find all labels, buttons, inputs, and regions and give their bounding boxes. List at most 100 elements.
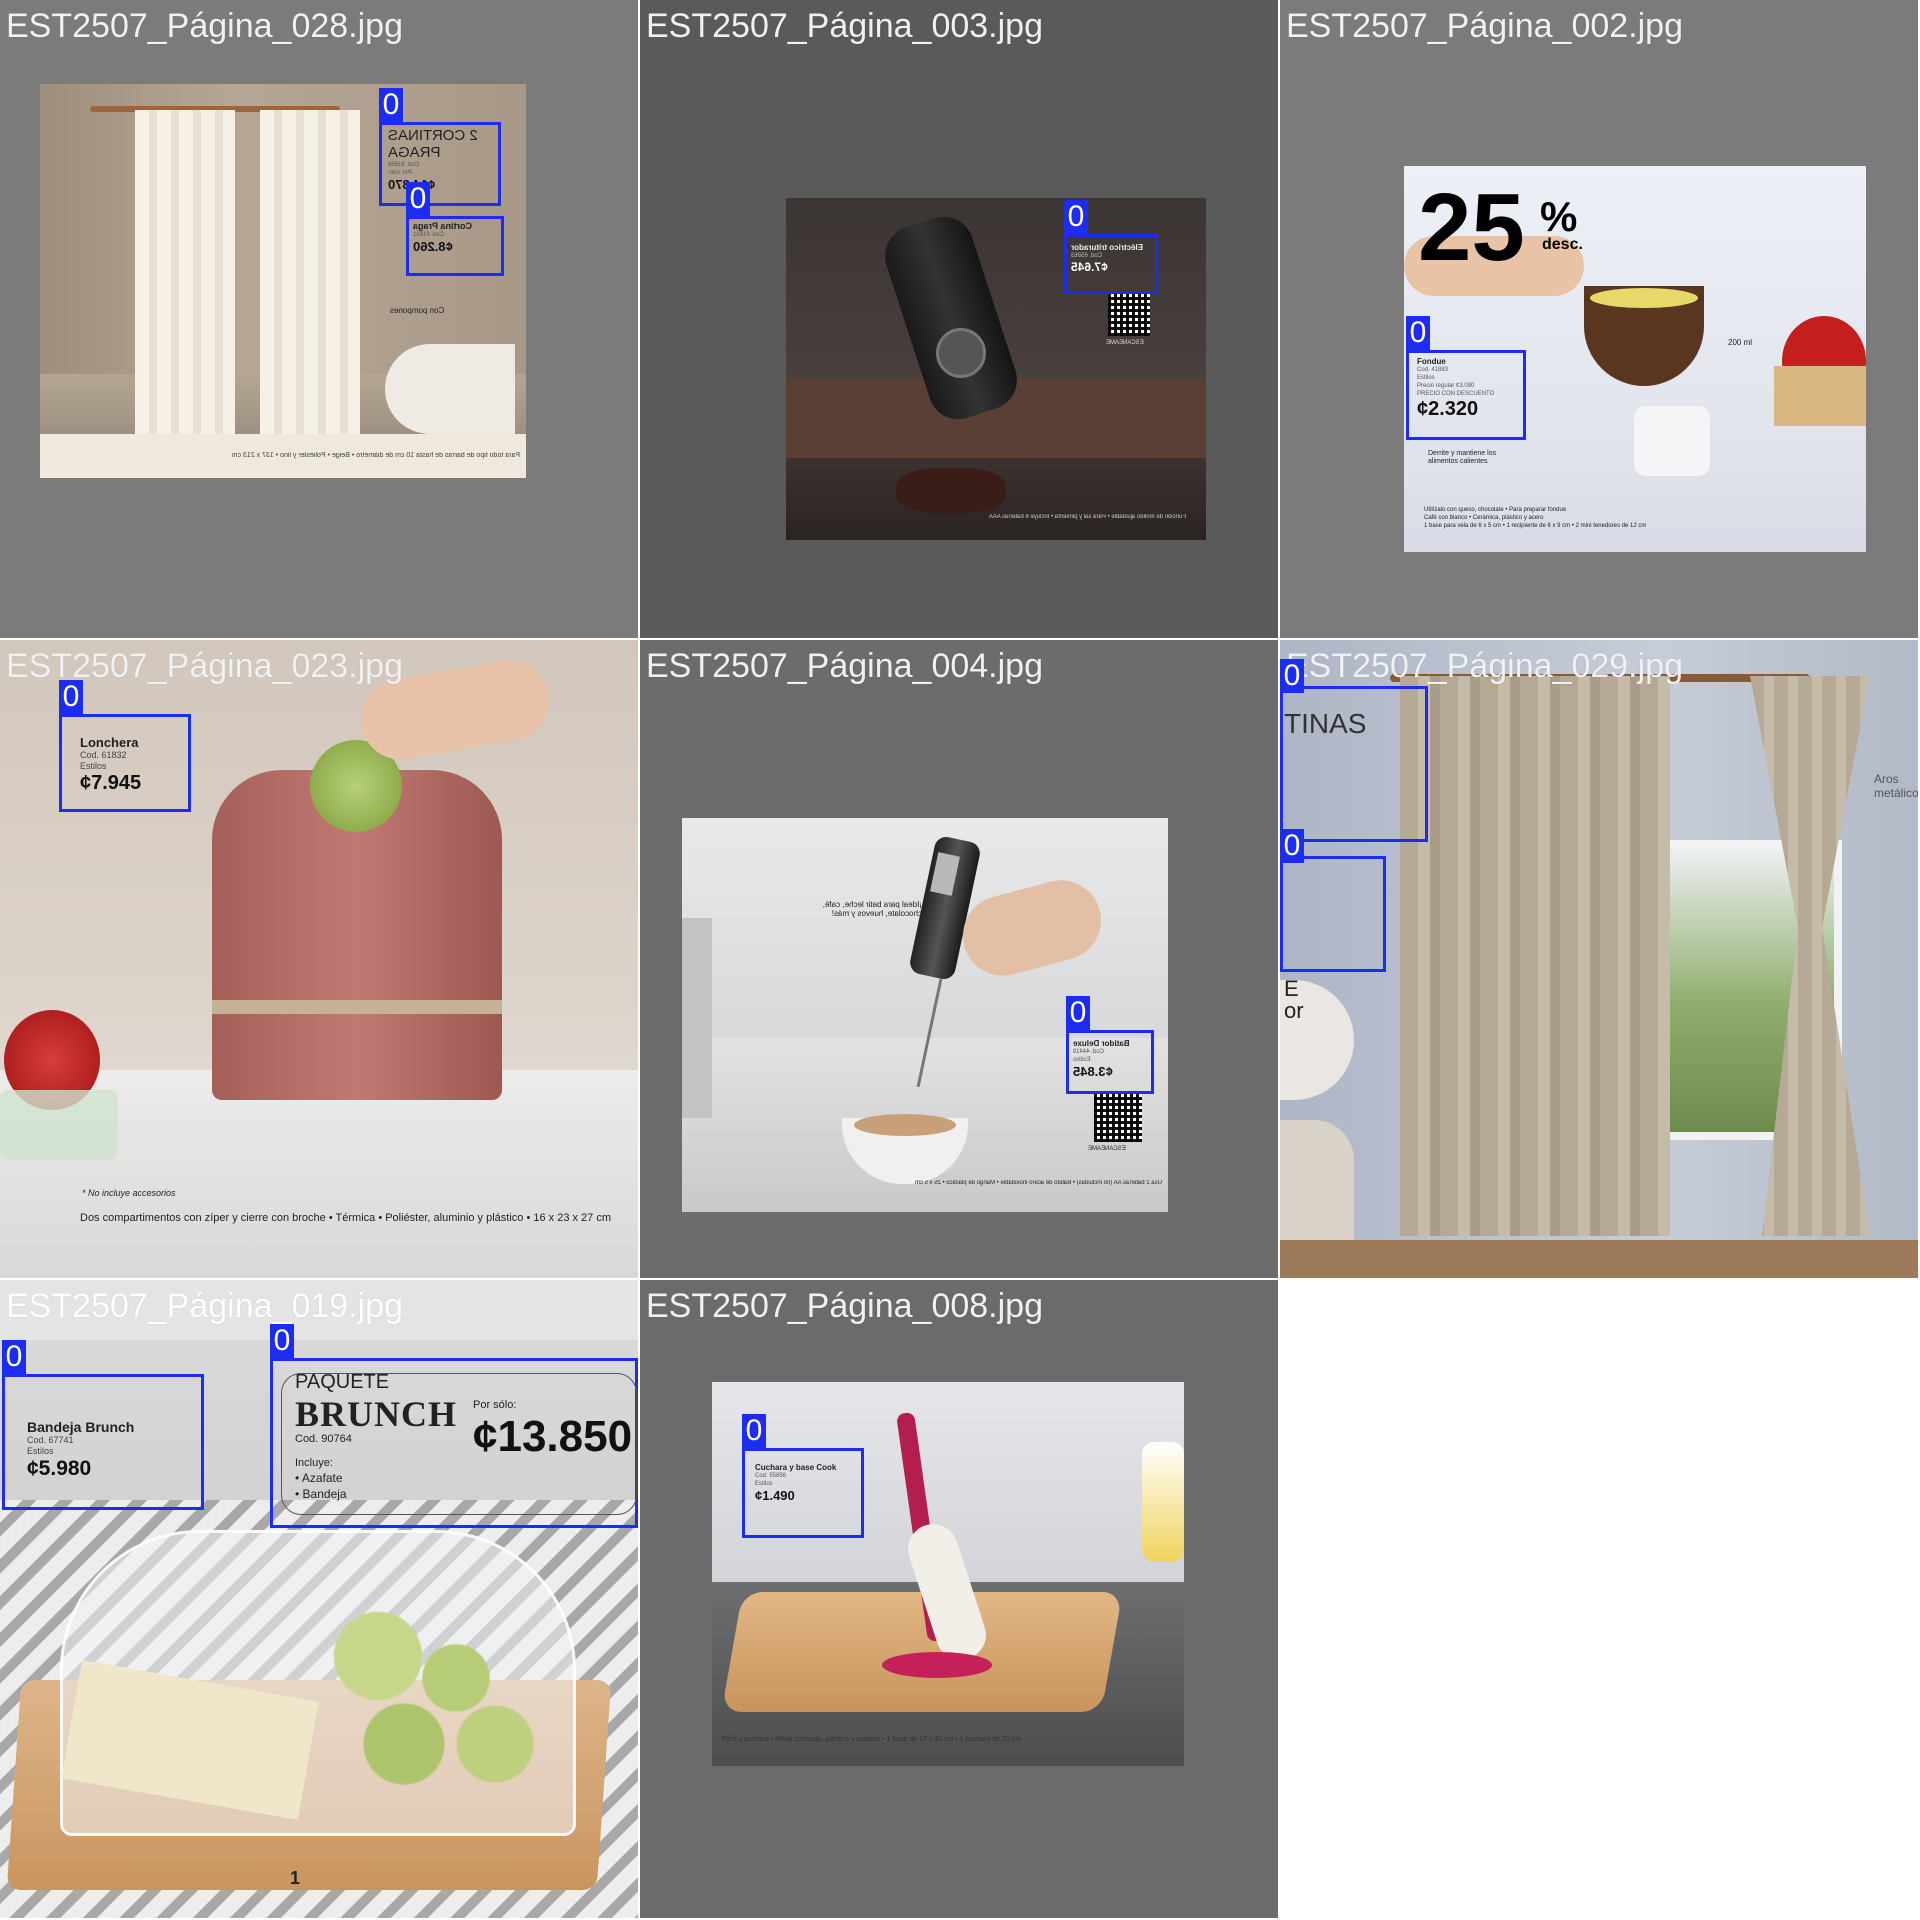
product-code: Cod. 44419	[1073, 1049, 1105, 1055]
footer-text: Dos compartimentos con zíper y cierre co…	[80, 1212, 612, 1224]
discount-desc: desc.	[1542, 236, 1583, 253]
promo-label: PRECIO CON DESCUENTO	[1417, 391, 1495, 397]
product-note: Derrite y mantiene los alimentos calient…	[1428, 450, 1497, 465]
pack-code: Cod. 90764	[295, 1433, 352, 1445]
badge-text: Con pompones	[390, 306, 445, 315]
box-label: 0	[1280, 829, 1304, 863]
footer-line: Utilízalo con queso, chocolate • Para pr…	[1424, 507, 1567, 513]
tile-pagina-023[interactable]: * No incluye accesorios Dos compartiment…	[0, 640, 638, 1278]
box-label: 0	[59, 680, 83, 714]
discount-percent: %	[1540, 193, 1578, 240]
include-item: Azafate	[301, 1471, 343, 1485]
tile-filename: EST2507_Página_028.jpg	[6, 7, 403, 45]
product-name: Cuchara y base Cook	[755, 1463, 837, 1472]
product-code: Cod. 55856	[755, 1473, 787, 1479]
product-style: Estilos	[1073, 1057, 1091, 1063]
product-title: 2 CORTINAS PRAGA	[388, 127, 478, 161]
catalog-photo: ESCANÉAME ¡Ideal para batir leche, café,…	[682, 818, 1168, 1212]
footer-line: 1 base para vela de 6 x 5 cm • 1 recipie…	[1424, 523, 1647, 529]
pack-price-label: Por sólo:	[473, 1399, 517, 1411]
capacity-label: 200 ml	[1728, 338, 1753, 347]
product-name: Eléctrico triturador	[1071, 243, 1144, 252]
pack-title: BRUNCH	[295, 1394, 458, 1434]
qr-code-icon	[1094, 1094, 1142, 1142]
box-label: 0	[379, 88, 403, 122]
product-price: ¢7.945	[80, 772, 142, 794]
note-text: * No incluye accesorios	[82, 1188, 176, 1198]
box-label: 0	[1406, 316, 1430, 350]
box-label: 0	[742, 1414, 766, 1448]
tile-filename: EST2507_Página_008.jpg	[646, 1287, 1043, 1325]
page-number: 1	[290, 1868, 301, 1888]
item-code: Cod. 61621	[413, 232, 445, 238]
product-price: ¢3.845	[1073, 1064, 1113, 1079]
footer-text: Fácil y práctico • Metal cromado, plásti…	[722, 1736, 1022, 1743]
tile-filename: EST2507_Página_004.jpg	[646, 647, 1043, 685]
tile-filename: EST2507_Página_002.jpg	[1286, 7, 1683, 45]
box-label: 0	[1280, 659, 1304, 693]
pack-price: ¢13.850	[473, 1412, 633, 1461]
regular-price: Precio regular ¢3.090	[1417, 383, 1475, 389]
product-code: Cod. 65863	[1071, 253, 1103, 259]
side-text: Aros metálicos	[1874, 772, 1918, 800]
detection-box: 0 Batidor Deluxe Cod. 44419 Estilos ¢3.8…	[1066, 996, 1154, 1094]
detection-box: 0 Bandeja Brunch Cod. 67741 Estilos ¢5.9…	[2, 1340, 204, 1510]
discount-number: 25	[1418, 174, 1525, 281]
grid-divider	[0, 1278, 1920, 1280]
footer-text: Función de molido ajustable • Para sal y…	[988, 514, 1186, 520]
tile-pagina-004[interactable]: EST2507_Página_004.jpg ESCANÉAME ¡Ideal …	[640, 640, 1278, 1278]
empty-tile	[1280, 1280, 1918, 1918]
grid-divider	[0, 638, 1920, 640]
product-code: Cod. 41883	[1417, 367, 1449, 373]
tile-pagina-019[interactable]: 1 EST2507_Página_019.jpg 0 Bandeja Brunc…	[0, 1280, 638, 1918]
detection-box: 0	[1280, 659, 1428, 842]
product-code: Cod. 91856	[388, 162, 420, 168]
product-price: ¢14.870	[388, 177, 492, 192]
price-label: Por sólo:	[388, 170, 412, 176]
product-price: ¢1.490	[755, 1488, 795, 1503]
title-fragment: E	[1284, 976, 1299, 1001]
title-fragment: or	[1284, 998, 1304, 1023]
detection-box: 0 Cortina Praga Cod. 61621 ¢8.260	[406, 182, 504, 276]
tile-pagina-002[interactable]: EST2507_Página_002.jpg 25 % desc. 200 ml…	[1280, 0, 1918, 638]
tile-pagina-028[interactable]: EST2507_Página_028.jpg Para todo tipo de…	[0, 0, 638, 638]
detection-box: 0 Fondue Cod. 41883 Estilos Precio regul…	[1406, 316, 1526, 440]
product-style: Estilos	[80, 761, 107, 771]
include-item: Bandeja	[302, 1487, 347, 1501]
scan-label: ESCANÉAME	[1088, 1146, 1126, 1152]
tile-filename: EST2507_Página_019.jpg	[6, 1287, 403, 1325]
box-label: 0	[1066, 996, 1090, 1030]
footer-text: Para todo tipo de barras de hasta 10 cm …	[231, 452, 520, 459]
product-code: Cod. 61832	[80, 750, 127, 760]
box-label: 0	[270, 1324, 294, 1358]
tile-filename: EST2507_Página_003.jpg	[646, 7, 1043, 45]
detection-box: 0 Lonchera Cod. 61832 Estilos ¢7.945	[59, 680, 191, 812]
pack-label: PAQUETE	[295, 1371, 390, 1393]
mosaic-grid: EST2507_Página_028.jpg Para todo tipo de…	[0, 0, 1920, 1920]
side-text: ¡Ideal para batir leche, café, chocolate…	[822, 900, 922, 918]
item-price: ¢8.260	[413, 239, 453, 254]
footer-text: Usa 2 baterías AA (no incluidas) • Batid…	[914, 1180, 1162, 1186]
item-name: Cortina Praga	[413, 221, 473, 231]
product-style: Estilos	[1417, 375, 1435, 381]
scan-label: ESCANÉAME	[1106, 340, 1144, 346]
box-label: 0	[406, 182, 430, 216]
tile-filename: EST2507_Página_029.jpg	[1286, 647, 1683, 685]
product-name: Fondue	[1417, 357, 1446, 366]
detection-box: 0 2 CORTINAS PRAGA Cod. 91856 Por sólo: …	[379, 88, 501, 206]
box-label: 0	[1064, 200, 1088, 234]
product-price: ¢5.980	[27, 1457, 92, 1480]
tile-pagina-029[interactable]: TINAS E or Aros metálicos EST2507_Página…	[1280, 640, 1918, 1278]
qr-code-icon	[1108, 294, 1150, 336]
detection-box: 0	[1280, 829, 1386, 972]
product-style: Estilos	[755, 1481, 773, 1487]
grid-divider	[638, 0, 640, 1920]
product-style: Estilos	[27, 1446, 54, 1456]
tile-pagina-008[interactable]: EST2507_Página_008.jpg Fácil y práctico …	[640, 1280, 1278, 1918]
detection-box: 0 PAQUETE BRUNCH Cod. 90764 Por sólo: ¢1…	[270, 1324, 638, 1528]
product-name: Bandeja Brunch	[27, 1419, 135, 1435]
includes-label: Incluye:	[295, 1457, 333, 1469]
box-label: 0	[2, 1340, 26, 1374]
tile-pagina-003[interactable]: EST2507_Página_003.jpg ESCANÉAME Función…	[640, 0, 1278, 638]
product-name: Lonchera	[80, 735, 139, 750]
